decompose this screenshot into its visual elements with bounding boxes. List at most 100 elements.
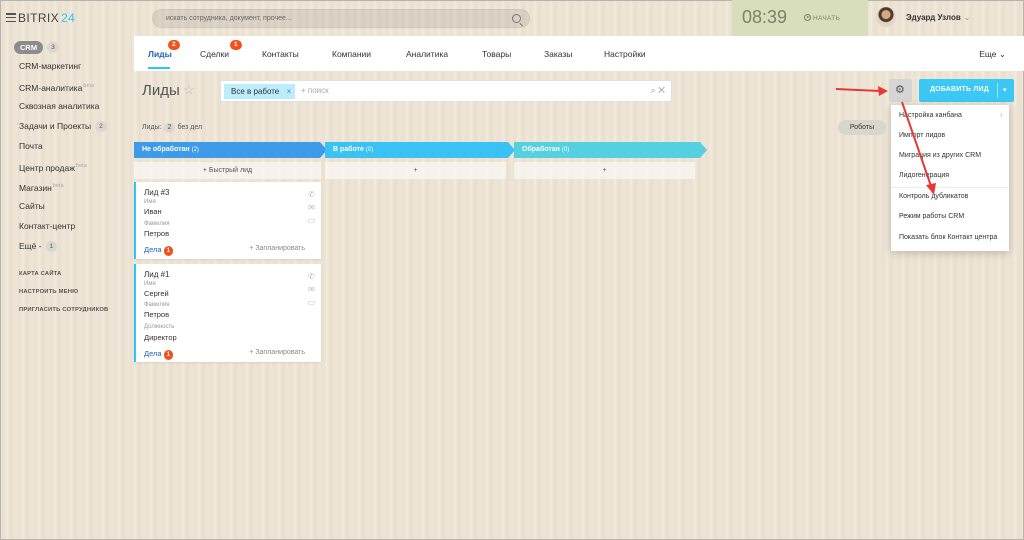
search-icon[interactable] [512, 14, 521, 23]
card-title[interactable]: Лид #3 [144, 188, 170, 197]
sidebar-item-mail[interactable]: Почта [14, 139, 132, 159]
work-time-widget[interactable]: 08:39 НАЧАТЬ [732, 0, 868, 36]
schedule-link[interactable]: + Запланировать [249, 245, 305, 252]
start-workday-button[interactable]: НАЧАТЬ [804, 14, 840, 22]
tab-orders[interactable]: Заказы [544, 49, 572, 59]
mail-icon[interactable]: ✉ [307, 201, 316, 214]
sidebar-count-badge: 2 [95, 121, 107, 132]
sidebar-item-label: Задачи и Проекты [19, 121, 92, 131]
sidebar-item-contact-center[interactable]: Контакт-центр [14, 219, 132, 239]
field-label: Имя [144, 199, 156, 205]
beta-badge: beta [83, 83, 95, 89]
sitemap-link[interactable]: КАРТА САЙТА [14, 268, 132, 286]
kanban-column-header[interactable]: Не обработан (2) [134, 142, 327, 158]
field-value: Иван [144, 207, 162, 216]
beta-badge: beta [52, 183, 64, 189]
menu-item-kanban-settings[interactable]: Настройка канбана › [899, 112, 1002, 119]
tab-leads[interactable]: Лиды 2 [148, 40, 180, 59]
sidebar-item-label: CRM [14, 41, 44, 54]
search-placeholder: искать сотрудника, документ, прочее... [166, 15, 292, 22]
filter-search-bar[interactable]: Все в работе × + поиск ⌕ ✕ [220, 80, 672, 102]
clock-time: 08:39 [742, 7, 788, 27]
field-value: Петров [144, 229, 170, 238]
page-title: Лиды [142, 82, 180, 99]
counter-badge[interactable]: 2 [163, 123, 176, 133]
phone-icon[interactable]: ✆ [307, 270, 316, 283]
schedule-link[interactable]: + Запланировать [249, 349, 305, 356]
user-name: Эдуард Узлов [906, 13, 961, 22]
sidebar-item-sales-center[interactable]: Центр продажbeta [14, 159, 132, 179]
chevron-right-icon: › [1000, 112, 1003, 119]
search-icon[interactable]: ⌕ [651, 85, 656, 95]
sidebar-item-sites[interactable]: Сайты [14, 199, 132, 219]
field-label: Фамилия [144, 302, 170, 308]
sidebar-item-crm-analytics[interactable]: CRM-аналитикаbeta [14, 79, 132, 99]
add-lead-button[interactable]: ДОБАВИТЬ ЛИД ▾ [919, 79, 1014, 102]
tab-label: Аналитика [406, 49, 449, 59]
bitrix-logo[interactable]: BITRIX 24 [18, 11, 75, 25]
tab-label: Товары [482, 49, 512, 59]
menu-item-lead-generation[interactable]: Лидогенерация [899, 172, 949, 179]
column-title: Обработан [522, 146, 560, 153]
mail-icon[interactable]: ✉ [307, 283, 316, 296]
tab-analytics[interactable]: Аналитика [406, 49, 448, 59]
clear-icon[interactable]: ✕ [658, 85, 665, 95]
sidebar-item-shop[interactable]: Магазинbeta [14, 179, 132, 199]
invite-users-link[interactable]: ПРИГЛАСИТЬ СОТРУДНИКОВ [14, 304, 132, 322]
card-deals-link[interactable]: Дела 1 [144, 245, 173, 256]
column-title: В работе [333, 146, 364, 153]
field-value: Директор [144, 333, 177, 342]
tab-label: Компании [332, 49, 372, 59]
avatar[interactable] [876, 7, 896, 27]
sidebar-item-label: Ещё - [19, 241, 42, 251]
chat-icon[interactable]: ▭ [307, 214, 316, 227]
kanban-card[interactable]: Лид #1 Имя Сергей Фамилия Петров Должнос… [134, 264, 321, 362]
kanban-column-header[interactable]: В работе (0) [325, 142, 515, 158]
sidebar-item-tasks[interactable]: Задачи и Проекты 2 [14, 119, 132, 139]
sidebar-item-label: CRM-аналитика [19, 83, 83, 93]
tab-products[interactable]: Товары [482, 49, 511, 59]
filter-tag-label: Все в работе [231, 87, 280, 96]
quick-lead-button[interactable]: + Быстрый лид [134, 162, 321, 179]
card-deals-link[interactable]: Дела 1 [144, 349, 173, 360]
tab-settings[interactable]: Настройки [604, 49, 646, 59]
settings-gear-button[interactable]: ⚙ [889, 79, 912, 102]
tab-label: Заказы [544, 49, 573, 59]
menu-item-import-leads[interactable]: Импорт лидов [899, 132, 945, 139]
filter-preset-tag[interactable]: Все в работе × [224, 84, 296, 99]
tab-contacts[interactable]: Контакты [262, 49, 299, 59]
kanban-card[interactable]: Лид #3 Имя Иван Фамилия Петров ✆ ✉ ▭ Дела 1… [134, 182, 321, 259]
phone-icon[interactable]: ✆ [307, 188, 316, 201]
menu-item-label: Настройка канбана [899, 112, 962, 119]
sidebar-item-label: Сквозная аналитика [19, 101, 100, 111]
menu-item-migration[interactable]: Миграция из других CRM [899, 152, 981, 159]
field-value: Петров [144, 310, 170, 319]
tab-badge: 1 [230, 40, 242, 50]
global-search[interactable]: искать сотрудника, документ, прочее... [152, 9, 530, 28]
configure-menu-link[interactable]: НАСТРОИТЬ МЕНЮ [14, 286, 132, 304]
filter-search-input[interactable]: + поиск [301, 86, 329, 95]
chat-icon[interactable]: ▭ [307, 296, 316, 309]
tab-more[interactable]: Еще ⌄ [979, 49, 1006, 60]
star-icon[interactable]: ☆ [183, 82, 195, 98]
menu-item-show-contact-center[interactable]: Показать блок Контакт центра [899, 234, 997, 241]
top-header: BITRIX 24 искать сотрудника, документ, пр… [0, 0, 1024, 36]
sidebar-item-end-to-end-analytics[interactable]: Сквозная аналитика [14, 99, 132, 119]
card-title[interactable]: Лид #1 [144, 270, 170, 279]
menu-item-crm-mode[interactable]: Режим работы CRM [899, 213, 964, 220]
add-card-button[interactable]: + [325, 162, 506, 179]
tab-deals[interactable]: Сделки 1 [200, 40, 242, 59]
add-card-button[interactable]: + [514, 162, 695, 179]
sidebar-item-crm[interactable]: CRM 3 [14, 40, 132, 59]
sidebar-item-more[interactable]: Ещё -1 [14, 239, 132, 259]
chevron-down-icon[interactable]: ▾ [1003, 86, 1007, 94]
close-icon[interactable]: × [287, 84, 292, 99]
tab-label: Лиды [148, 49, 172, 59]
kanban-column-header[interactable]: Обработан (0) [514, 142, 707, 158]
sidebar-item-crm-marketing[interactable]: CRM-маркетинг [14, 59, 132, 79]
settings-dropdown-menu: Настройка канбана › Импорт лидов Миграция… [891, 105, 1009, 251]
menu-item-duplicate-control[interactable]: Контроль дубликатов [899, 193, 968, 200]
menu-burger-icon[interactable] [6, 13, 16, 23]
tab-companies[interactable]: Компании [332, 49, 371, 59]
robots-button[interactable]: Роботы [838, 120, 886, 135]
